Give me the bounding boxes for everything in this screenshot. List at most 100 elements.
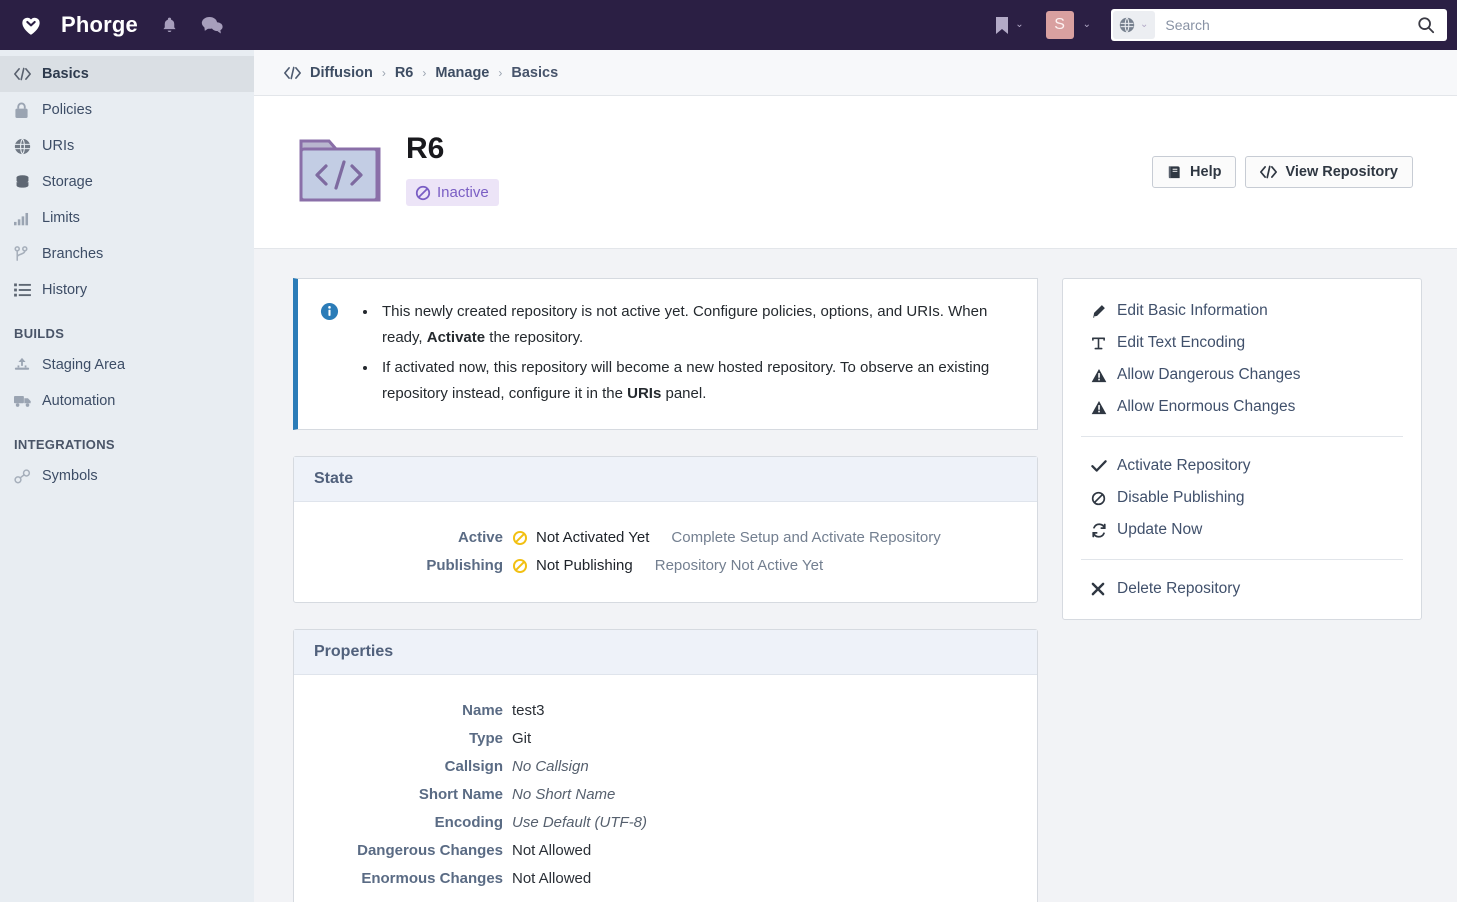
breadcrumb-item-diffusion[interactable]: Diffusion xyxy=(310,65,373,81)
action-disable-publishing[interactable]: Disable Publishing xyxy=(1063,482,1421,514)
search-bar: ⌄ xyxy=(1111,9,1447,41)
sidebar-item-label: Limits xyxy=(42,210,80,226)
code-icon xyxy=(284,66,301,80)
property-row: Encoding Use Default (UTF-8) xyxy=(294,809,1037,837)
property-value: Not Allowed xyxy=(512,842,592,859)
breadcrumb-item-manage[interactable]: Manage xyxy=(435,65,489,81)
chevron-down-icon: ⌄ xyxy=(1082,19,1091,30)
warning-icon xyxy=(1091,400,1117,415)
breadcrumb-item-r6[interactable]: R6 xyxy=(395,65,414,81)
bar-chart-icon xyxy=(14,211,40,226)
globe-icon xyxy=(14,137,40,155)
action-label: Allow Enormous Changes xyxy=(1117,398,1296,415)
refresh-icon xyxy=(1091,522,1117,538)
bell-icon[interactable] xyxy=(160,16,179,35)
property-value: Use Default (UTF-8) xyxy=(512,814,648,831)
notice-text-strong: URIs xyxy=(627,385,662,402)
check-icon xyxy=(1091,459,1117,473)
state-panel: State Active Not Activated Yet Complete … xyxy=(293,456,1038,603)
property-key: Short Name xyxy=(418,786,503,803)
notice-text-strong: Activate xyxy=(426,329,486,346)
no-entry-icon xyxy=(512,530,528,546)
sidebar-item-limits[interactable]: Limits xyxy=(0,200,254,236)
bookmark-menu-button[interactable]: ⌄ xyxy=(988,12,1029,39)
property-row: Name test3 xyxy=(294,697,1037,725)
list-icon xyxy=(14,283,40,297)
no-entry-icon xyxy=(415,185,431,201)
main-content: This newly created repository is not act… xyxy=(254,249,1457,902)
sidebar-navigation: Basics Policies URIs Storage Limits Bran… xyxy=(0,50,254,902)
view-repository-button-label: View Repository xyxy=(1285,164,1398,180)
state-row-note-link[interactable]: Complete Setup and Activate Repository xyxy=(671,524,940,552)
page-title: R6 xyxy=(406,132,445,165)
action-label: Edit Basic Information xyxy=(1117,302,1268,319)
setup-notice-item: This newly created repository is not act… xyxy=(378,299,1019,351)
search-input[interactable] xyxy=(1155,10,1411,40)
no-entry-icon xyxy=(1091,491,1117,506)
action-activate-repository[interactable]: Activate Repository xyxy=(1063,450,1421,482)
sidebar-item-uris[interactable]: URIs xyxy=(0,128,254,164)
truck-icon xyxy=(14,394,40,408)
chevron-down-icon: ⌄ xyxy=(1140,19,1149,30)
main-left-column: This newly created repository is not act… xyxy=(293,278,1038,902)
sidebar-item-label: Storage xyxy=(42,174,93,190)
action-delete-repository[interactable]: Delete Repository xyxy=(1063,573,1421,605)
top-navigation-bar: Phorge ⌄ S ⌄ ⌄ xyxy=(0,0,1457,50)
action-update-now[interactable]: Update Now xyxy=(1063,514,1421,546)
property-key: Encoding xyxy=(434,814,503,831)
view-repository-button[interactable]: View Repository xyxy=(1245,156,1413,188)
brand-name[interactable]: Phorge xyxy=(61,12,138,38)
sidebar-item-staging-area[interactable]: Staging Area xyxy=(0,347,254,383)
breadcrumb-separator: › xyxy=(498,65,503,80)
chat-bubble-icon[interactable] xyxy=(201,15,223,35)
help-button[interactable]: Help xyxy=(1152,156,1237,188)
help-button-label: Help xyxy=(1190,164,1222,180)
sidebar-item-history[interactable]: History xyxy=(0,272,254,308)
notice-text: panel. xyxy=(661,385,707,402)
sidebar-item-symbols[interactable]: Symbols xyxy=(0,458,254,494)
bookmark-icon xyxy=(994,16,1010,35)
sidebar-item-automation[interactable]: Automation xyxy=(0,383,254,419)
action-label: Update Now xyxy=(1117,521,1203,538)
action-edit-basic-information[interactable]: Edit Basic Information xyxy=(1063,295,1421,327)
state-row-value: Not Activated Yet Complete Setup and Act… xyxy=(512,524,941,552)
property-key: Callsign xyxy=(444,758,503,775)
page-title-block: R6 Inactive xyxy=(406,134,499,206)
sidebar-item-label: URIs xyxy=(42,138,75,154)
setup-notice-item: If activated now, this repository will b… xyxy=(378,355,1019,407)
sidebar-item-policies[interactable]: Policies xyxy=(0,92,254,128)
breadcrumb-separator: › xyxy=(422,65,427,80)
database-icon xyxy=(14,174,40,191)
sidebar-item-label: Symbols xyxy=(42,468,98,484)
page-header-actions: Help View Repository xyxy=(1152,156,1413,188)
action-label: Disable Publishing xyxy=(1117,489,1245,506)
sidebar-item-storage[interactable]: Storage xyxy=(0,164,254,200)
action-allow-dangerous-changes[interactable]: Allow Dangerous Changes xyxy=(1063,359,1421,391)
property-row: Callsign No Callsign xyxy=(294,753,1037,781)
lock-icon xyxy=(14,102,40,119)
search-scope-selector[interactable]: ⌄ xyxy=(1113,11,1156,39)
user-menu-button[interactable]: S ⌄ xyxy=(1040,7,1097,43)
property-key: Dangerous Changes xyxy=(357,842,503,859)
sidebar-item-label: Staging Area xyxy=(42,357,126,373)
pencil-icon xyxy=(1091,304,1117,319)
state-row-publishing: Publishing Not Publishing Repository Not… xyxy=(294,552,1037,580)
top-nav-right-group: ⌄ S ⌄ ⌄ xyxy=(988,7,1457,43)
search-icon[interactable] xyxy=(1411,16,1447,34)
action-edit-text-encoding[interactable]: Edit Text Encoding xyxy=(1063,327,1421,359)
warning-icon xyxy=(1091,368,1117,383)
no-entry-icon xyxy=(512,558,528,574)
property-key: Type xyxy=(469,730,503,747)
state-row-note-link[interactable]: Repository Not Active Yet xyxy=(655,552,823,580)
sidebar-item-label: Branches xyxy=(42,246,104,262)
repository-folder-icon xyxy=(298,135,382,205)
state-row-value-text: Not Publishing xyxy=(536,557,633,574)
state-row-active: Active Not Activated Yet Complete Setup … xyxy=(294,524,1037,552)
sidebar-item-branches[interactable]: Branches xyxy=(0,236,254,272)
code-icon xyxy=(1260,165,1278,179)
heart-icon[interactable] xyxy=(17,11,45,39)
property-row: Type Git xyxy=(294,725,1037,753)
globe-icon xyxy=(1119,17,1135,33)
sidebar-item-basics[interactable]: Basics xyxy=(0,56,254,92)
action-allow-enormous-changes[interactable]: Allow Enormous Changes xyxy=(1063,391,1421,423)
